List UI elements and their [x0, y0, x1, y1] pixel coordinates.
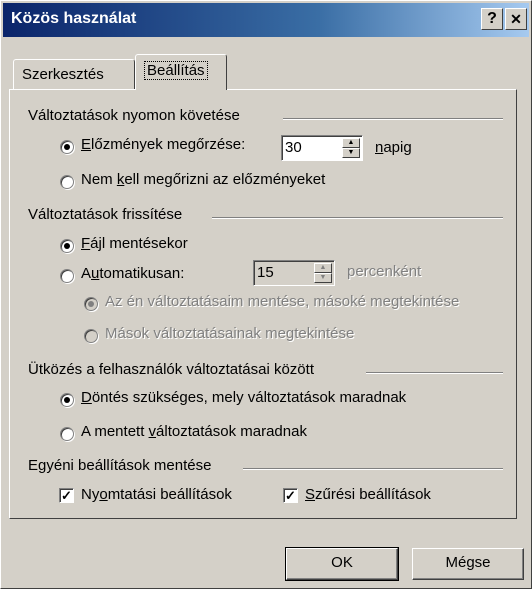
radio-keep-history[interactable]	[60, 140, 74, 154]
label-no-history[interactable]: Nem kell megőrizni az előzményeket	[81, 171, 325, 188]
label-automatic[interactable]: Automatikusan:	[81, 265, 184, 282]
group-divider	[283, 118, 503, 120]
tab-beallitas[interactable]: Beállítás	[135, 54, 227, 90]
spin-down-icon[interactable]: ▼	[314, 273, 332, 283]
label-saved-win[interactable]: A mentett változtatások maradnak	[81, 423, 307, 440]
radio-save-mine-view-others[interactable]	[84, 297, 98, 311]
radio-view-others[interactable]	[84, 329, 98, 343]
group-title-conflict: Ütközés a felhasználók változtatásai köz…	[28, 361, 314, 378]
radio-no-history[interactable]	[60, 175, 74, 189]
tab-szerkesztes[interactable]: Szerkesztés	[13, 59, 135, 89]
days-spinner[interactable]: ▲ ▼	[281, 135, 363, 161]
label-save-mine-view-others[interactable]: Az én változtatásaim mentése, másoké meg…	[105, 293, 459, 310]
group-title-update: Változtatások frissítése	[28, 206, 183, 223]
checkbox-print-settings[interactable]: ✓	[59, 488, 74, 503]
group-divider	[243, 468, 503, 470]
spinner-buttons: ▲ ▼	[342, 138, 360, 158]
spin-up-icon[interactable]: ▲	[342, 138, 360, 148]
spinner-buttons: ▲ ▼	[314, 263, 332, 283]
group-divider	[366, 372, 503, 374]
minutes-unit-label: percenként	[347, 263, 422, 280]
label-filter-settings[interactable]: Szűrési beállítások	[305, 486, 431, 503]
radio-on-save[interactable]	[60, 239, 74, 253]
ok-button[interactable]: OK	[285, 547, 399, 581]
label-print-settings[interactable]: Nyomtatási beállítások	[81, 486, 232, 503]
days-input[interactable]	[285, 138, 337, 156]
tab-label: Szerkesztés	[22, 66, 104, 83]
spin-up-icon[interactable]: ▲	[314, 263, 332, 273]
radio-conflict-ask[interactable]	[60, 393, 74, 407]
close-button[interactable]: ✕	[505, 8, 527, 30]
window-title: Közös használat	[11, 10, 137, 27]
label-conflict-ask[interactable]: Döntés szükséges, mely változtatások mar…	[81, 389, 406, 406]
radio-automatic[interactable]	[60, 269, 74, 283]
radio-saved-win[interactable]	[60, 427, 74, 441]
dialog-window: Közös használat ? ✕ Szerkesztés Beállítá…	[0, 0, 532, 589]
minutes-spinner[interactable]: ▲ ▼	[253, 260, 335, 286]
spin-down-icon[interactable]: ▼	[342, 148, 360, 158]
label-on-save[interactable]: Fájl mentésekor	[81, 235, 188, 252]
label-keep-history[interactable]: Előzmények megőrzése:	[81, 136, 245, 153]
help-button[interactable]: ?	[481, 8, 503, 30]
days-unit-label: napig	[375, 139, 412, 156]
tab-label: Beállítás	[144, 61, 208, 80]
checkbox-filter-settings[interactable]: ✓	[283, 488, 298, 503]
label-view-others[interactable]: Mások változtatásainak megtekintése	[105, 325, 354, 342]
group-title-personal: Egyéni beállítások mentése	[28, 457, 212, 474]
title-bar[interactable]: Közös használat ? ✕	[3, 3, 529, 37]
minutes-input[interactable]	[257, 263, 309, 281]
cancel-button[interactable]: Mégse	[412, 548, 524, 580]
group-divider	[212, 217, 503, 219]
group-title-tracking: Változtatások nyomon követése	[28, 107, 240, 124]
